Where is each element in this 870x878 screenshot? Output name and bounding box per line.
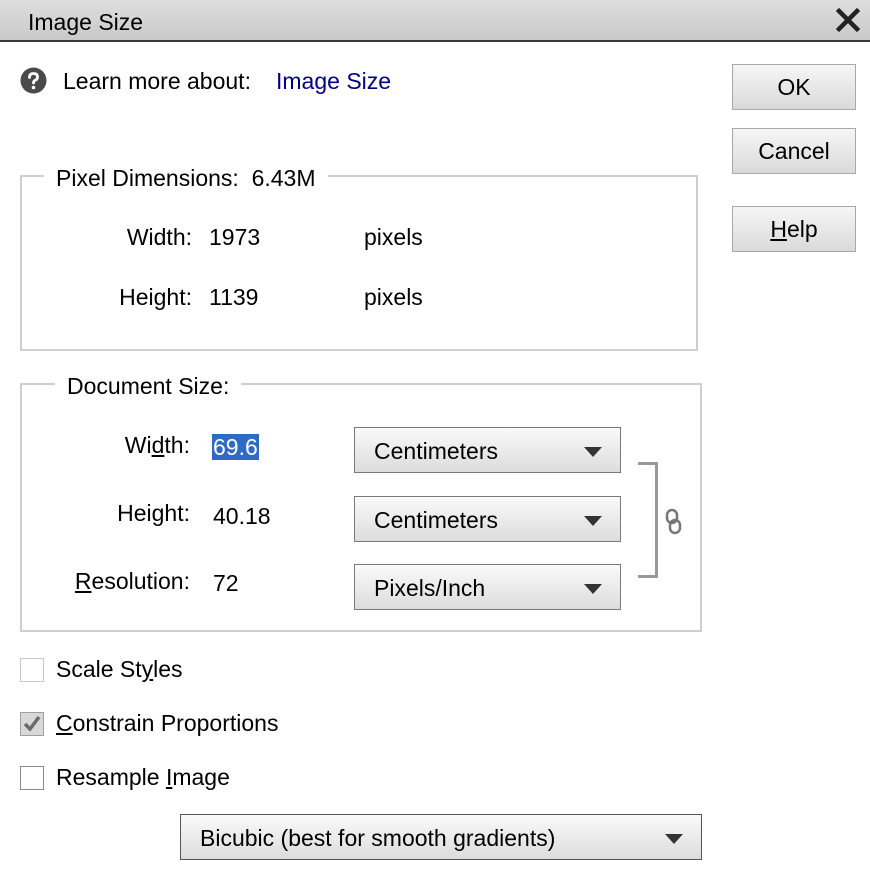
doc-width-input[interactable]: 69.6 [212, 434, 259, 461]
pixel-dimensions-group [20, 175, 698, 351]
doc-width-value: 69.6 [212, 434, 259, 460]
checkmark-icon [23, 715, 41, 732]
learn-more-link[interactable]: Image Size [276, 68, 391, 95]
pixel-width-label: Width: [126, 224, 192, 250]
ok-button[interactable]: OK [732, 64, 856, 110]
scale-styles-label: Scale Styles [56, 656, 183, 682]
learn-more-label: Learn more about: [63, 68, 251, 94]
cancel-button[interactable]: Cancel [732, 128, 856, 174]
doc-height-unit-dropdown[interactable]: Centimeters [354, 496, 621, 542]
resample-method-value: Bicubic (best for smooth gradients) [200, 825, 556, 851]
window-title: Image Size [28, 9, 144, 35]
chevron-down-icon [665, 834, 683, 844]
pixel-width-unit: pixels [364, 224, 423, 250]
title-bar: Image Size [0, 0, 870, 42]
help-circle-icon[interactable] [20, 67, 47, 94]
constrain-proportions-label: Constrain Proportions [56, 710, 279, 736]
pixel-width-value: 1973 [209, 224, 261, 250]
doc-resolution-unit-value: Pixels/Inch [374, 575, 486, 601]
resample-image-checkbox[interactable] [20, 766, 44, 790]
chain-link-icon [664, 508, 684, 536]
pixel-dimensions-legend: Pixel Dimensions: 6.43M [44, 165, 328, 192]
scale-styles-checkbox[interactable] [20, 658, 44, 682]
resample-method-dropdown[interactable]: Bicubic (best for smooth gradients) [180, 814, 702, 860]
document-size-legend: Document Size: [55, 373, 242, 400]
close-icon[interactable] [834, 6, 862, 34]
pixel-dimensions-size: 6.43M [251, 165, 316, 191]
doc-width-label: Width: [124, 432, 190, 458]
constrain-link-bracket [638, 462, 658, 578]
chevron-down-icon [584, 516, 602, 526]
doc-resolution-input[interactable]: 72 [213, 570, 239, 597]
pixel-height-unit: pixels [364, 284, 423, 310]
doc-resolution-label: Resolution: [74, 568, 190, 594]
chevron-down-icon [584, 584, 602, 594]
chevron-down-icon [584, 447, 602, 457]
doc-width-unit-dropdown[interactable]: Centimeters [354, 427, 621, 473]
constrain-proportions-checkbox[interactable] [20, 712, 44, 736]
doc-resolution-unit-dropdown[interactable]: Pixels/Inch [354, 564, 621, 610]
doc-height-input[interactable]: 40.18 [213, 503, 271, 530]
doc-height-unit-value: Centimeters [374, 507, 498, 533]
doc-width-unit-value: Centimeters [374, 438, 498, 464]
pixel-height-value: 1139 [209, 284, 259, 310]
resample-image-label: Resample Image [56, 764, 230, 790]
pixel-height-label: Height: [119, 284, 192, 310]
help-button[interactable]: Help [732, 206, 856, 252]
doc-height-label: Height: [117, 500, 190, 526]
